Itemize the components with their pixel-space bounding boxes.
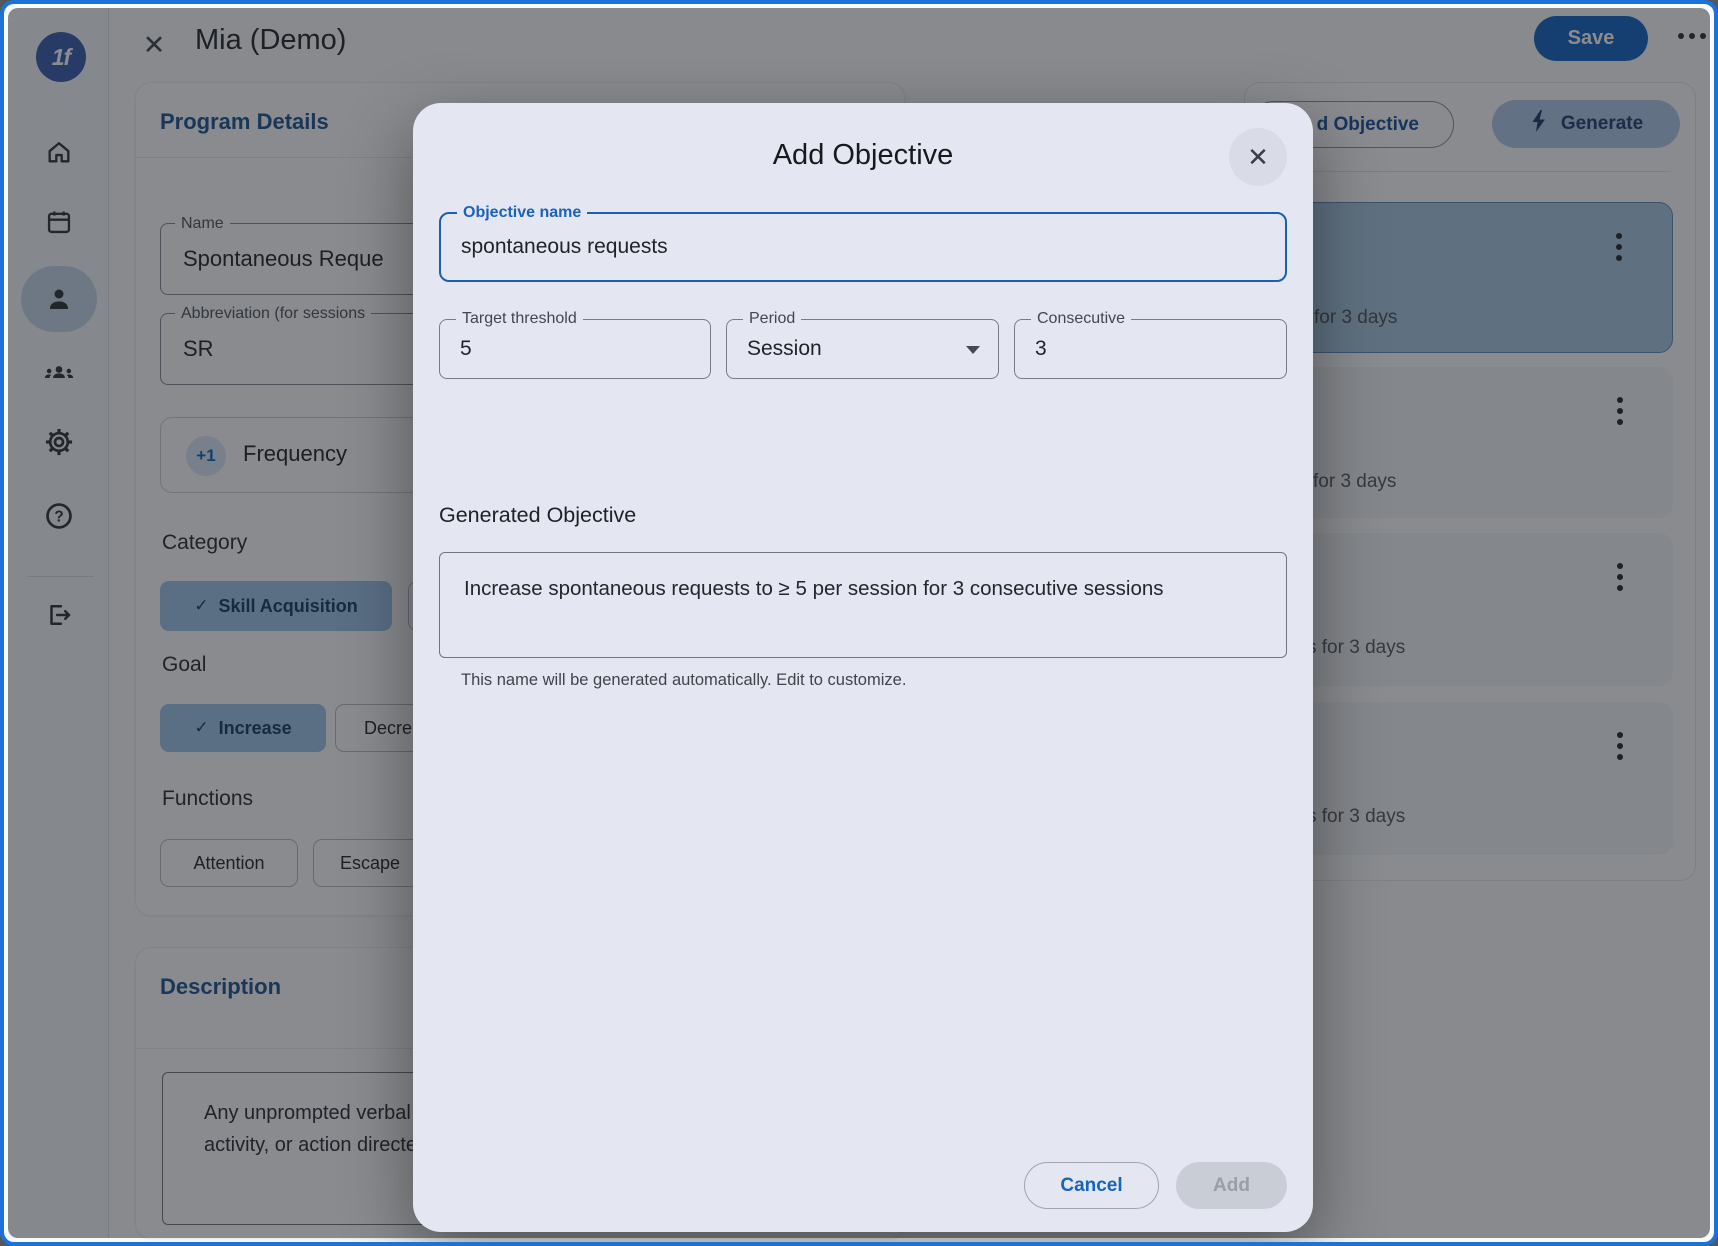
generated-objective-helper: This name will be generated automaticall…	[461, 671, 906, 690]
app-window: 1f	[0, 0, 1718, 1246]
objective-name-field: Objective name	[439, 212, 1287, 282]
target-threshold-field: Target threshold	[439, 319, 711, 379]
add-button-label: Add	[1213, 1175, 1250, 1197]
cancel-button-label: Cancel	[1060, 1175, 1122, 1197]
period-select[interactable]	[747, 320, 958, 378]
consecutive-field: Consecutive	[1014, 319, 1287, 379]
consecutive-input[interactable]	[1035, 320, 1246, 378]
generated-objective-text: Increase spontaneous requests to ≥ 5 per…	[464, 571, 1194, 607]
modal-close-button[interactable]: ✕	[1229, 128, 1287, 186]
generated-objective-heading: Generated Objective	[439, 503, 636, 528]
close-icon: ✕	[1247, 142, 1269, 173]
target-threshold-input[interactable]	[460, 320, 670, 378]
cancel-button[interactable]: Cancel	[1024, 1162, 1159, 1209]
screen: 1f	[0, 0, 1718, 1246]
add-objective-modal: Add Objective ✕ Objective name Target th…	[413, 103, 1313, 1232]
chevron-down-icon[interactable]	[966, 346, 980, 354]
generated-objective-box: Increase spontaneous requests to ≥ 5 per…	[439, 552, 1287, 658]
objective-name-input[interactable]	[461, 214, 1245, 280]
modal-title: Add Objective	[413, 139, 1313, 172]
period-field: Period	[726, 319, 999, 379]
add-button-disabled[interactable]: Add	[1176, 1162, 1287, 1209]
